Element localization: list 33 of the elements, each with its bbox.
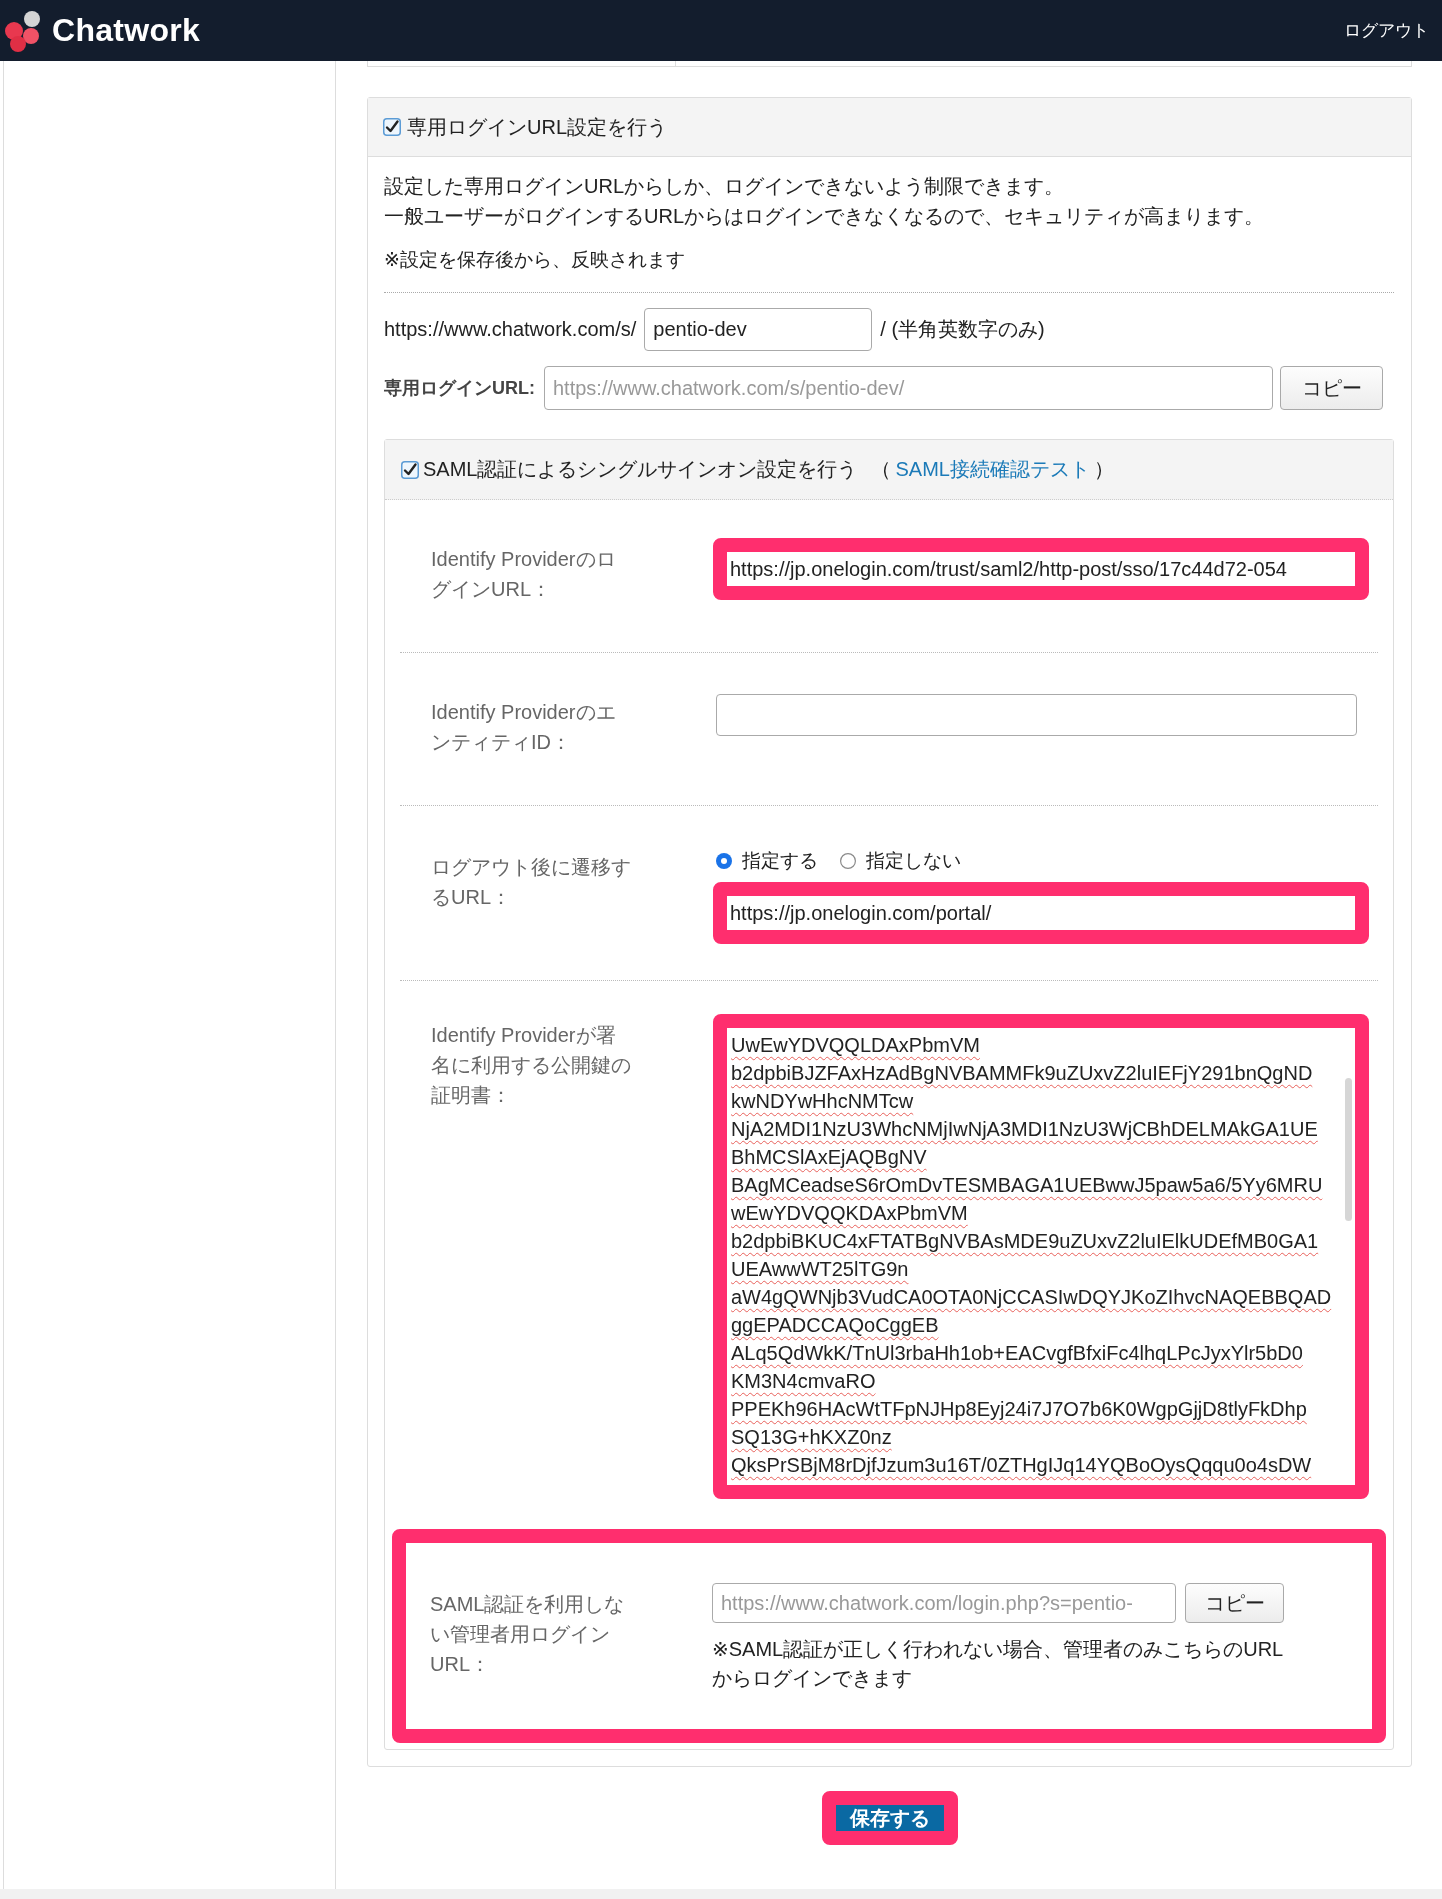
- description-text: 一般ユーザーがログインするURLからはログインできなくなるので、セキュリティが高まります。: [384, 204, 1265, 229]
- input-field[interactable]: [716, 694, 1357, 736]
- checkbox[interactable]: [401, 460, 419, 479]
- copy-button[interactable]: コピー: [1185, 1583, 1284, 1623]
- input-field[interactable]: https://jp.onelogin.com/trust/saml2/http-post/sso/17c44d72-054: [713, 538, 1369, 600]
- logo-text: Chatwork: [52, 12, 201, 49]
- checkbox-label: 専用ログインURL設定を行う: [407, 114, 667, 140]
- paren-text: ）: [1093, 457, 1114, 482]
- checkbox-label: SAML認証によるシングルサインオン設定を行う: [423, 457, 858, 482]
- description-text: 設定した専用ログインURLからしか、ログインできないよう制限できます。: [384, 174, 1065, 199]
- paren-text: （: [871, 457, 892, 482]
- radio-button[interactable]: [840, 853, 856, 869]
- slug-field[interactable]: pentio-dev: [644, 308, 873, 351]
- save-button[interactable]: 保存する: [835, 1805, 944, 1831]
- url-prefix-text: https://www.chatwork.com/s/: [384, 318, 637, 341]
- copy-button[interactable]: コピー: [1280, 366, 1383, 410]
- note-text: ※SAML認証が正しく行われない場合、管理者のみこちらのURLからログインできます: [712, 1637, 1285, 1691]
- scrollbar-thumb[interactable]: [1345, 1078, 1352, 1221]
- note-text: ※設定を保存後から、反映されます: [384, 248, 686, 272]
- field-label: Identify ProviderのエンティティID：: [431, 700, 617, 755]
- radio-label: 指定しない: [866, 849, 961, 873]
- hint-text: / (半角英数字のみ): [880, 317, 1045, 342]
- field-label: Identify Providerが署名に利用する公開鍵の証明書：: [431, 1023, 632, 1108]
- field-label: SAML認証を利用しない管理者用ログインURL：: [430, 1592, 626, 1677]
- field-label: 専用ログインURL:: [384, 377, 535, 400]
- field-label: Identify ProviderのログインURL：: [431, 547, 617, 602]
- radio-button[interactable]: [716, 853, 732, 869]
- logout-link[interactable]: ログアウト: [1344, 19, 1429, 42]
- checkbox[interactable]: [383, 118, 401, 136]
- test-link[interactable]: SAML接続確認テスト: [895, 456, 1090, 483]
- field-label: ログアウト後に遷移するURL：: [431, 855, 632, 910]
- radio-label: 指定する: [742, 849, 818, 873]
- input-field[interactable]: https://jp.onelogin.com/portal/: [713, 882, 1369, 944]
